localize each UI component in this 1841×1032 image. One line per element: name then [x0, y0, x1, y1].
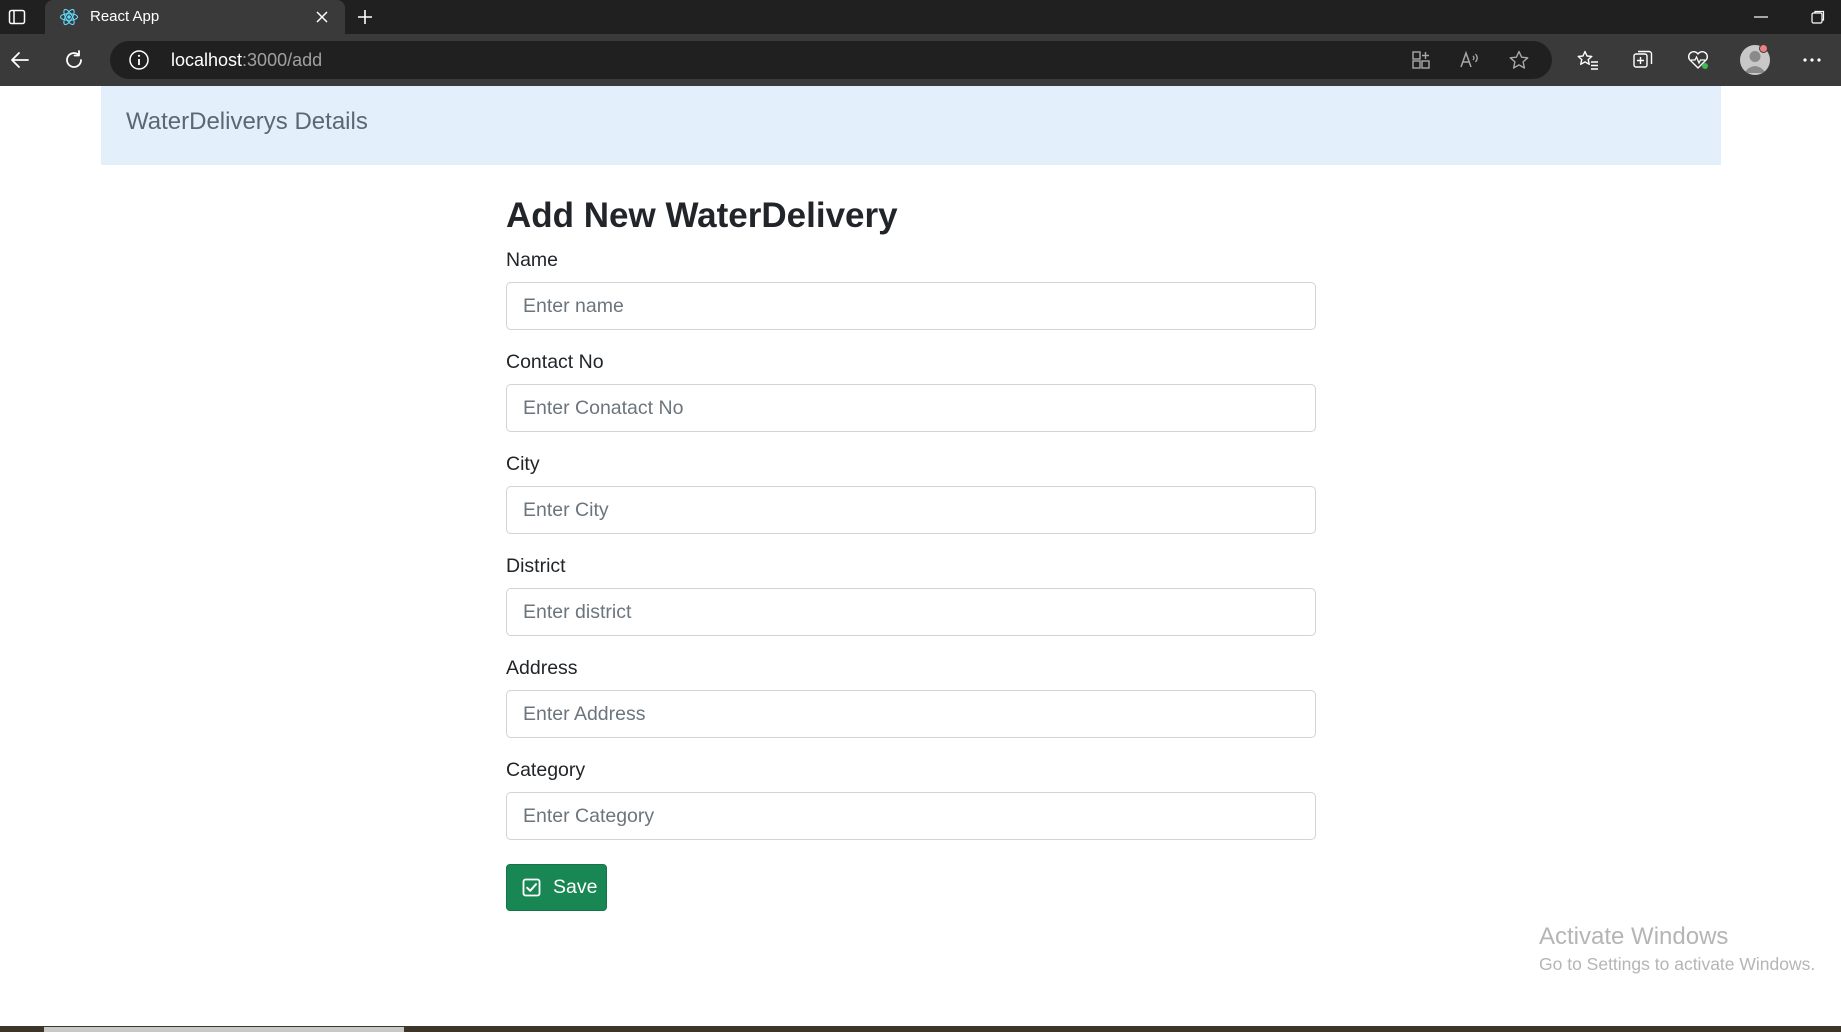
- contact-no-label: Contact No: [506, 351, 604, 373]
- checkbox-check-icon: [522, 878, 541, 897]
- browser-tab-bar: React App: [0, 0, 1841, 34]
- notification-dot: [1759, 44, 1768, 53]
- react-icon: [59, 7, 79, 27]
- contact-no-field-group: Contact No: [506, 350, 1316, 432]
- brand-title[interactable]: WaterDeliverys Details: [126, 108, 368, 136]
- favorite-star-icon[interactable]: [1508, 49, 1530, 71]
- plus-icon[interactable]: [352, 4, 378, 30]
- taskbar-highlight: [44, 1027, 404, 1032]
- watermark-title: Activate Windows: [1539, 923, 1729, 950]
- taskbar-edge: [0, 1026, 1841, 1032]
- name-label: Name: [506, 249, 559, 271]
- back-arrow-icon[interactable]: [6, 46, 34, 74]
- more-menu-icon[interactable]: [1799, 47, 1825, 73]
- district-label: District: [506, 555, 566, 577]
- restore-icon[interactable]: [1806, 6, 1830, 28]
- address-field-group: Address: [506, 656, 1316, 738]
- name-field-group: Name: [506, 248, 1316, 330]
- page-content: WaterDeliverys Details Add New WaterDeli…: [0, 86, 1841, 1032]
- favorites-icon[interactable]: [1575, 47, 1601, 73]
- save-button[interactable]: Save: [506, 864, 607, 911]
- page-title: Add New WaterDelivery: [506, 196, 898, 235]
- address-label: Address: [506, 657, 578, 679]
- app-header: WaterDeliverys Details: [101, 86, 1721, 165]
- read-aloud-icon[interactable]: [1459, 49, 1481, 71]
- add-water-delivery-form: Add New WaterDelivery Name Contact No Ci…: [506, 196, 1316, 911]
- tab-title: React App: [90, 8, 160, 25]
- minimize-icon[interactable]: [1748, 8, 1774, 26]
- refresh-icon[interactable]: [60, 46, 88, 74]
- city-label: City: [506, 453, 540, 475]
- category-label: Category: [506, 759, 586, 781]
- name-input[interactable]: [506, 282, 1316, 330]
- url-path: :3000/add: [242, 50, 323, 70]
- district-field-group: District: [506, 554, 1316, 636]
- address-bar[interactable]: localhost:3000/add: [110, 41, 1552, 79]
- city-field-group: City: [506, 452, 1316, 534]
- category-field-group: Category: [506, 758, 1316, 840]
- category-input[interactable]: [506, 792, 1316, 840]
- city-input[interactable]: [506, 486, 1316, 534]
- info-icon[interactable]: [128, 49, 150, 71]
- collections-icon[interactable]: [1630, 47, 1656, 73]
- browser-essentials-icon[interactable]: [1685, 47, 1711, 73]
- address-input[interactable]: [506, 690, 1316, 738]
- tab-actions-icon[interactable]: [6, 6, 28, 28]
- close-icon[interactable]: [311, 6, 333, 28]
- activate-windows-watermark: Activate Windows Go to Settings to activ…: [1539, 922, 1815, 976]
- app-available-icon[interactable]: [1410, 49, 1432, 71]
- browser-toolbar: localhost:3000/add: [0, 34, 1841, 86]
- save-button-label: Save: [553, 876, 598, 898]
- watermark-subtitle: Go to Settings to activate Windows.: [1539, 954, 1816, 974]
- url-host: localhost: [171, 50, 243, 70]
- district-input[interactable]: [506, 588, 1316, 636]
- contact-no-input[interactable]: [506, 384, 1316, 432]
- url-text[interactable]: localhost:3000/add: [171, 50, 322, 71]
- browser-tab[interactable]: React App: [45, 0, 345, 34]
